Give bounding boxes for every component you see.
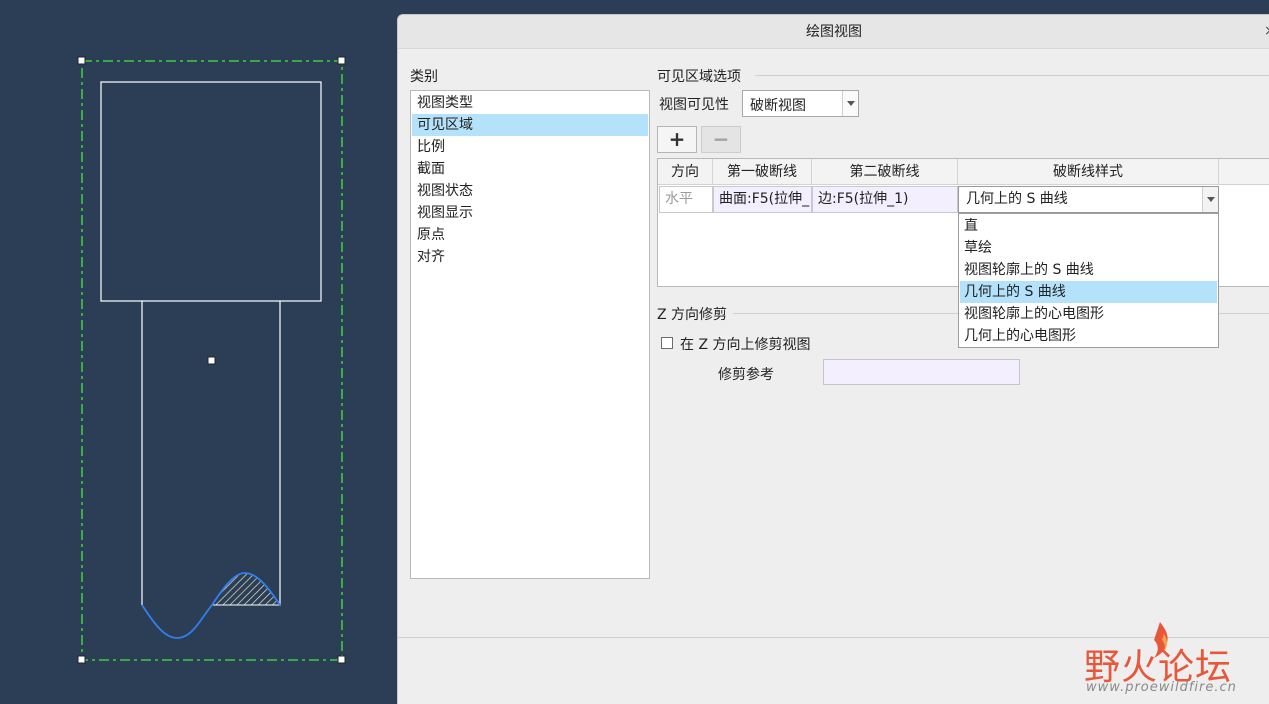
- chevron-down-icon: [1207, 197, 1215, 202]
- drawing-view-dialog: 绘图视图 × 类别 视图类型 可见区域 比例 截面 视图状态 视图显示 原点 对…: [397, 14, 1269, 704]
- category-item-alignment[interactable]: 对齐: [412, 246, 648, 268]
- z-trim-checkbox[interactable]: [661, 337, 673, 349]
- cell-first-break[interactable]: 曲面:F5(拉伸_: [713, 186, 812, 213]
- trim-reference-label: 修剪参考: [718, 367, 774, 383]
- category-item-view-type[interactable]: 视图类型: [412, 92, 648, 114]
- z-trim-group-label: Z 方向修剪: [657, 307, 728, 323]
- break-style-value: 几何上的 S 曲线: [966, 191, 1068, 207]
- category-item-origin[interactable]: 原点: [412, 224, 648, 246]
- add-break-button[interactable]: +: [657, 126, 697, 153]
- category-item-visible-area[interactable]: 可见区域: [412, 114, 648, 136]
- category-item-view-state[interactable]: 视图状态: [412, 180, 648, 202]
- plus-icon: +: [668, 127, 686, 151]
- resize-handle-top-right[interactable]: [337, 56, 346, 65]
- visible-area-group-label: 可见区域选项: [657, 69, 741, 85]
- break-style-dropdown-list[interactable]: 直 草绘 视图轮廓上的 S 曲线 几何上的 S 曲线 视图轮廓上的心电图形 几何…: [958, 213, 1219, 348]
- group-divider: [755, 75, 1269, 76]
- dialog-title: 绘图视图: [398, 15, 1269, 49]
- visibility-select[interactable]: 破断视图: [742, 90, 859, 117]
- close-icon[interactable]: ×: [1264, 23, 1269, 39]
- column-header-direction[interactable]: 方向: [658, 159, 713, 185]
- break-style-dropdown-button[interactable]: [1202, 187, 1218, 212]
- visibility-dropdown-button[interactable]: [842, 91, 858, 116]
- part-top-block: [100, 81, 322, 302]
- dropdown-option-straight[interactable]: 直: [960, 215, 1217, 237]
- dropdown-option-heartbeat-outline[interactable]: 视图轮廓上的心电图形: [960, 303, 1217, 325]
- chevron-down-icon: [847, 101, 855, 106]
- category-item-scale[interactable]: 比例: [412, 136, 648, 158]
- column-header-second-break[interactable]: 第二破断线: [812, 159, 958, 185]
- dropdown-option-sketch[interactable]: 草绘: [960, 237, 1217, 259]
- category-label: 类别: [410, 69, 438, 85]
- remove-break-button[interactable]: −: [701, 126, 741, 153]
- dropdown-option-heartbeat-geometry[interactable]: 几何上的心电图形: [960, 325, 1217, 347]
- column-header-break-style[interactable]: 破断线样式: [958, 159, 1219, 185]
- column-header-first-break[interactable]: 第一破断线: [713, 159, 812, 185]
- visibility-select-value: 破断视图: [750, 98, 806, 114]
- drawing-canvas[interactable]: [0, 0, 398, 704]
- category-item-view-display[interactable]: 视图显示: [412, 202, 648, 224]
- resize-handle-bottom-right[interactable]: [337, 655, 346, 664]
- z-trim-checkbox-label[interactable]: 在 Z 方向上修剪视图: [680, 334, 811, 354]
- category-item-section[interactable]: 截面: [412, 158, 648, 180]
- minus-icon: −: [712, 127, 730, 151]
- cell-break-style-select[interactable]: 几何上的 S 曲线: [958, 186, 1219, 213]
- watermark-url: www.proewildfire.cn: [1086, 680, 1237, 695]
- dropdown-option-s-curve-outline[interactable]: 视图轮廓上的 S 曲线: [960, 259, 1217, 281]
- column-header-empty: [1219, 159, 1269, 185]
- resize-handle-top-left[interactable]: [77, 56, 86, 65]
- cell-second-break[interactable]: 边:F5(拉伸_1): [812, 186, 958, 213]
- resize-handle-bottom-left[interactable]: [77, 655, 86, 664]
- trim-reference-field[interactable]: [823, 359, 1020, 385]
- cell-direction[interactable]: 水平: [659, 186, 713, 213]
- category-list[interactable]: 视图类型 可见区域 比例 截面 视图状态 视图显示 原点 对齐: [410, 90, 650, 579]
- dropdown-option-s-curve-geometry[interactable]: 几何上的 S 曲线: [960, 281, 1217, 303]
- view-center-handle[interactable]: [207, 356, 216, 365]
- visibility-label: 视图可见性: [659, 97, 729, 113]
